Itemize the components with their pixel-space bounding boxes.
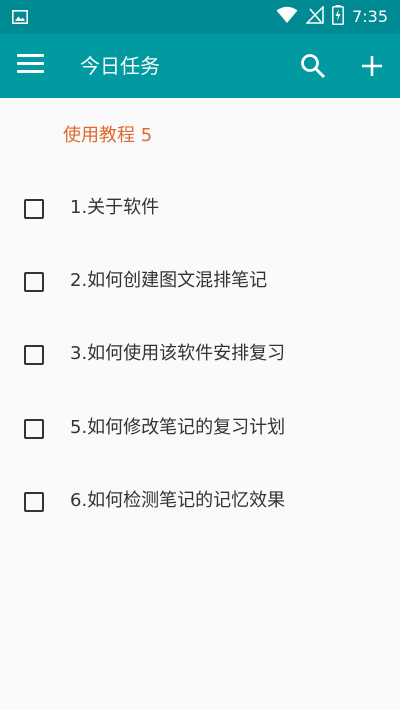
add-task-button[interactable] [358, 52, 386, 80]
page-title: 今日任务 [80, 54, 160, 78]
status-icons: 7:35 [268, 5, 388, 29]
task-item[interactable]: 3.如何使用该软件安排复习 [0, 318, 400, 390]
hamburger-menu-icon[interactable] [17, 54, 44, 78]
task-label: 2.如何创建图文混排笔记 [70, 270, 268, 291]
section-title: 使用教程 5 [63, 125, 153, 146]
task-item[interactable]: 1.关于软件 [0, 172, 400, 244]
task-checkbox[interactable] [24, 345, 44, 365]
task-checkbox[interactable] [24, 492, 44, 512]
no-signal-icon [305, 5, 324, 28]
task-item[interactable]: 2.如何创建图文混排笔记 [0, 245, 400, 317]
task-checkbox[interactable] [24, 419, 44, 439]
wifi-icon [276, 6, 298, 28]
status-bar: 7:35 [0, 0, 400, 34]
image-icon [12, 9, 28, 28]
task-label: 3.如何使用该软件安排复习 [70, 343, 286, 364]
battery-charging-icon [332, 5, 345, 29]
task-label: 5.如何修改笔记的复习计划 [70, 417, 286, 438]
task-checkbox[interactable] [24, 272, 44, 292]
task-item[interactable]: 5.如何修改笔记的复习计划 [0, 392, 400, 464]
task-checkbox[interactable] [24, 199, 44, 219]
task-label: 6.如何检测笔记的记忆效果 [70, 490, 286, 511]
plus-icon [362, 56, 382, 76]
task-label: 1.关于软件 [70, 197, 160, 218]
task-item[interactable]: 6.如何检测笔记的记忆效果 [0, 465, 400, 537]
status-time: 7:35 [352, 7, 388, 26]
app-bar: 今日任务 [0, 34, 400, 98]
search-icon[interactable] [300, 53, 326, 79]
